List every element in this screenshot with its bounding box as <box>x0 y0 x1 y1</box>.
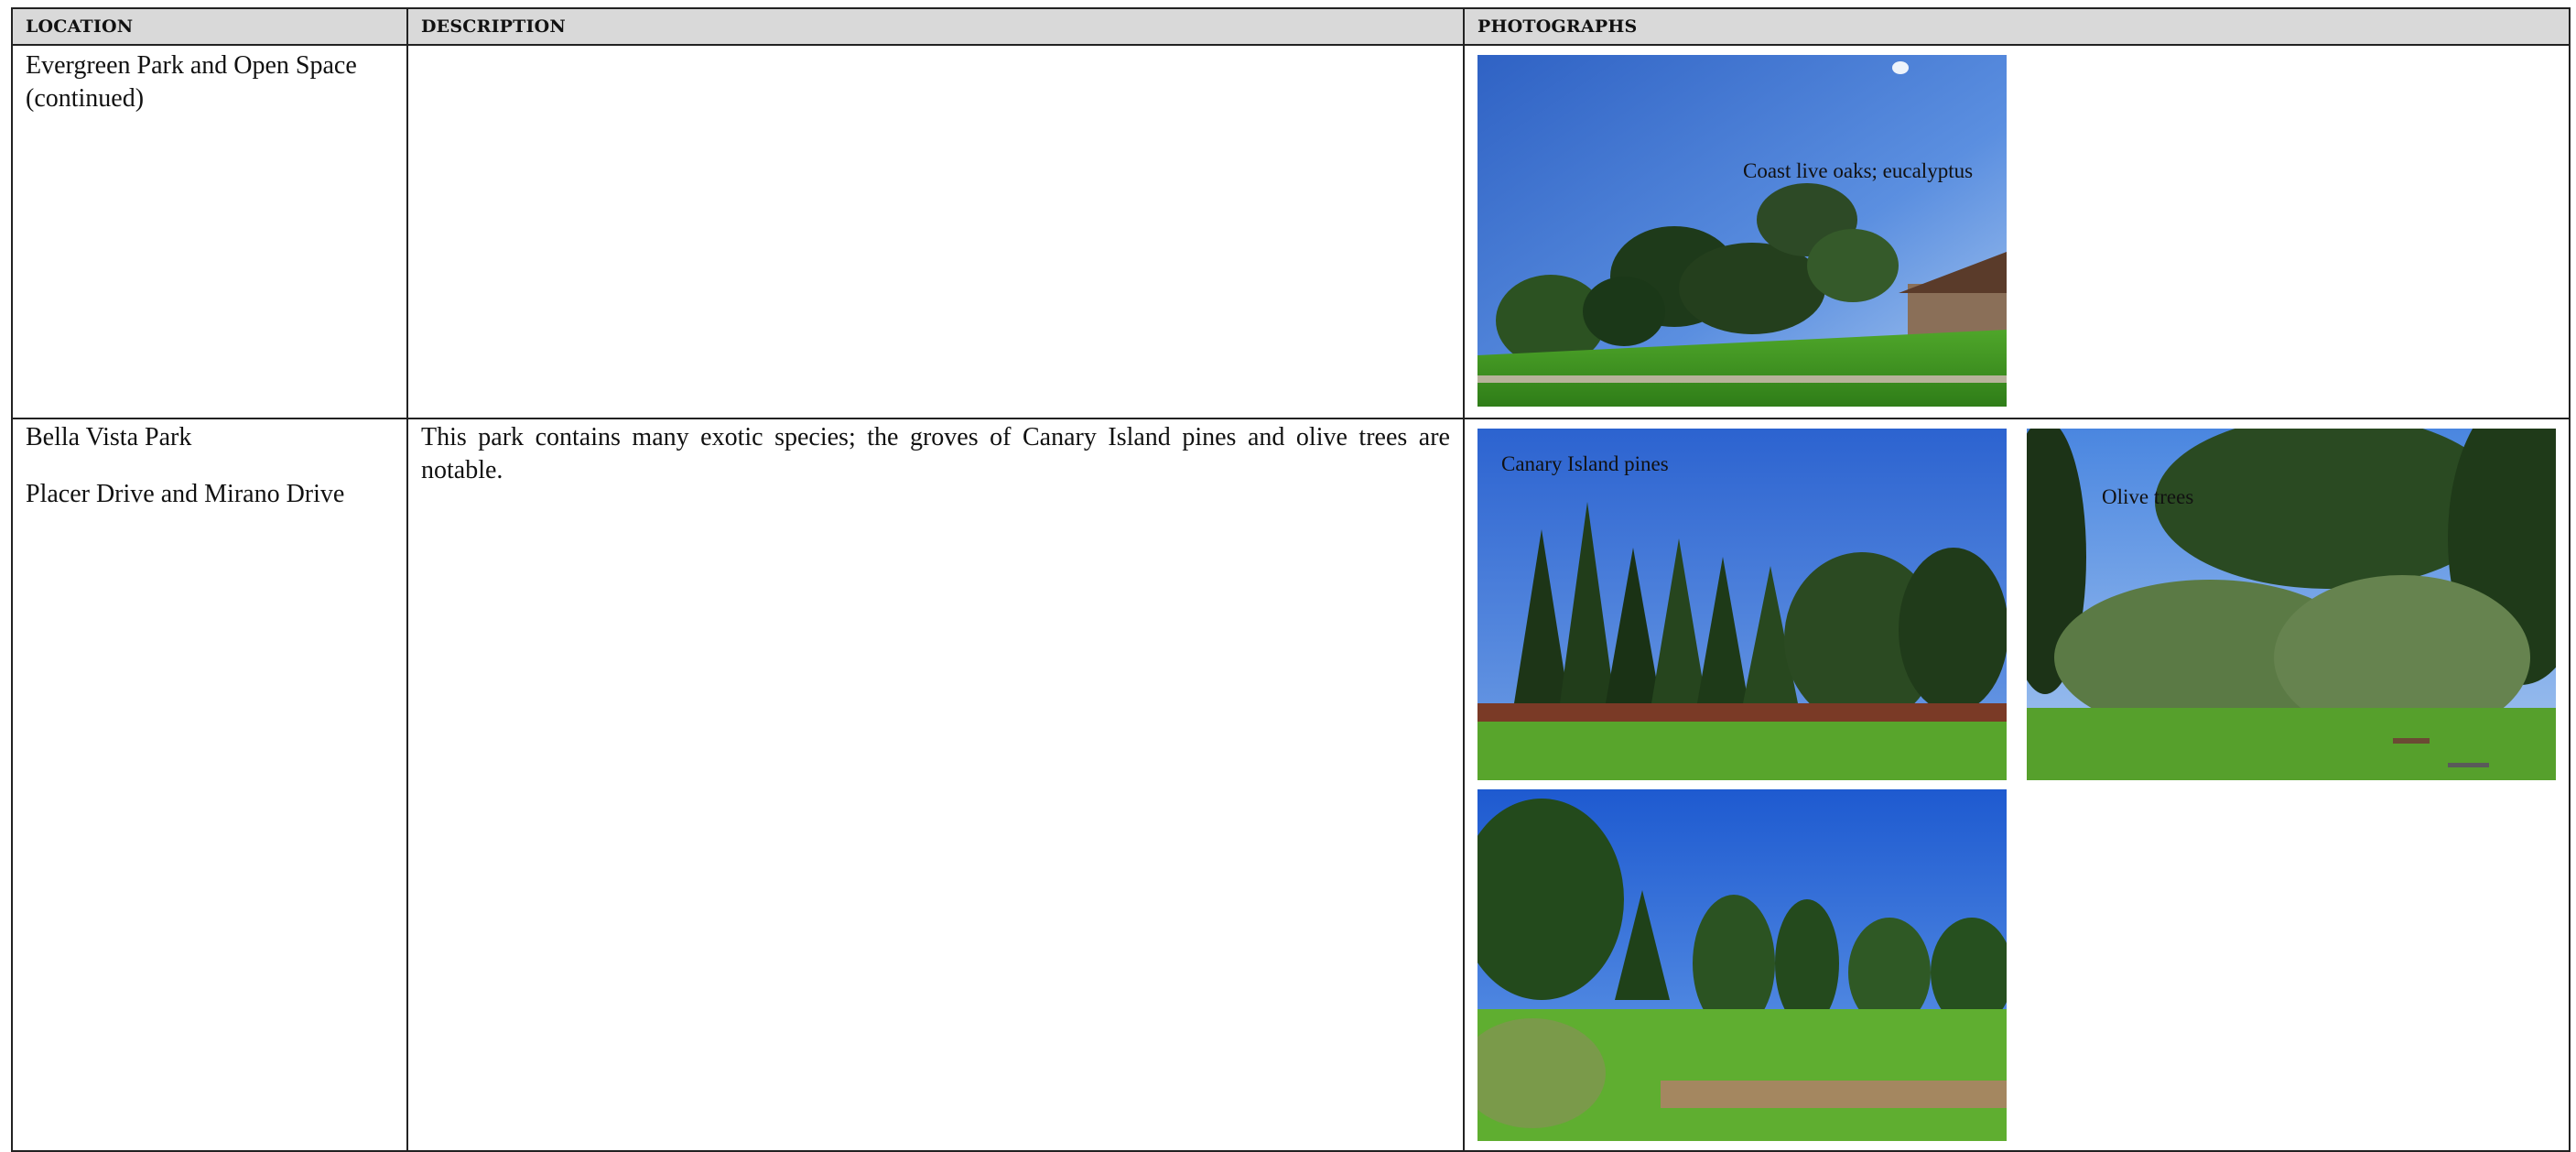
photo-park-grove <box>1477 789 2007 1141</box>
row-1-location-name: Evergreen Park and Open Space <box>26 51 357 80</box>
row-2-location-address: Placer Drive and Mirano Drive <box>26 480 345 508</box>
table-header: LOCATION DESCRIPTION PHOTOGRAPHS <box>13 9 2569 44</box>
row-2-location-name: Bella Vista Park <box>26 423 192 451</box>
header-photographs: PHOTOGRAPHS <box>1477 16 1638 37</box>
header-divider <box>13 44 2569 46</box>
row-divider <box>13 418 2569 419</box>
photo-canary-island-pines-image <box>1477 429 2007 780</box>
row-2-location: Bella Vista Park Placer Drive and Mirano… <box>26 421 403 511</box>
row-2-description: This park contains many exotic species; … <box>421 423 1450 484</box>
photo-olive-trees-image <box>2027 429 2556 780</box>
column-divider-1 <box>406 9 408 1150</box>
photo-coast-live-oaks-image <box>1477 55 2007 407</box>
header-description: DESCRIPTION <box>421 16 566 37</box>
caption-olive-trees: Olive trees <box>2102 485 2194 508</box>
caption-coast-live-oaks: Coast live oaks; eucalyptus <box>1743 159 1974 182</box>
photo-canary-island-pines <box>1477 429 2007 780</box>
photo-coast-live-oaks <box>1477 55 2007 407</box>
row-1-location: Evergreen Park and Open Space (continued… <box>26 49 403 115</box>
park-table: LOCATION DESCRIPTION PHOTOGRAPHS Evergre… <box>11 7 2571 1152</box>
row-1-location-note: (continued) <box>26 84 145 113</box>
column-divider-2 <box>1463 9 1465 1150</box>
photo-olive-trees <box>2027 429 2556 780</box>
caption-canary-island-pines: Canary Island pines <box>1501 452 1669 475</box>
photo-park-grove-image <box>1477 789 2007 1141</box>
header-location: LOCATION <box>26 16 134 37</box>
